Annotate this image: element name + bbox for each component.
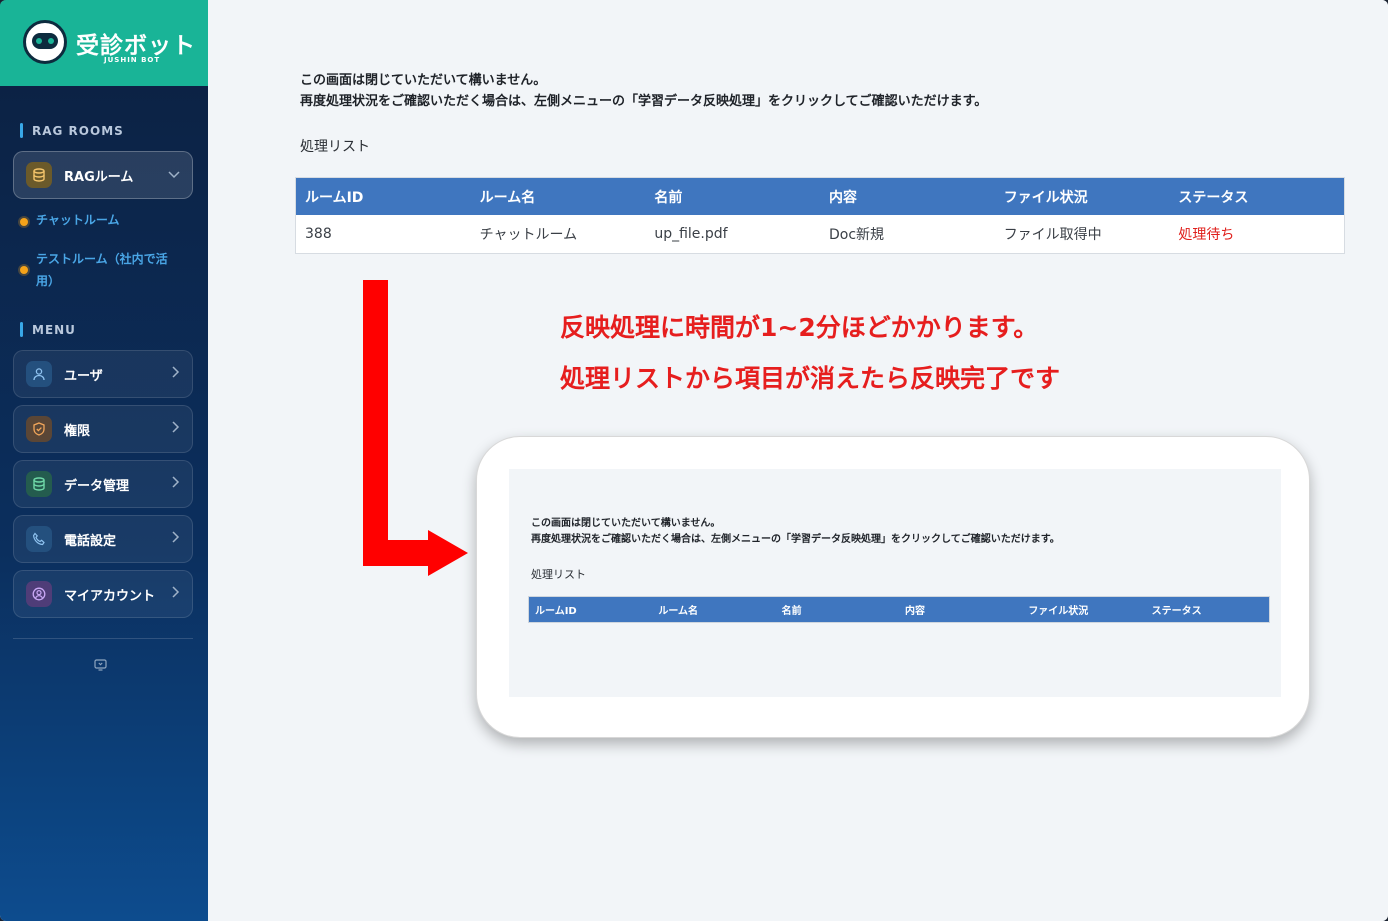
database-icon	[26, 471, 52, 497]
notice-line-2: 再度処理状況をご確認いただく場合は、左側メニューの「学習データ反映処理」をクリッ…	[300, 94, 988, 109]
sidebar-item-label: 権限	[64, 423, 91, 439]
sidebar-item-label: ユーザ	[64, 368, 103, 384]
brand-header[interactable]: 受診ボット JUSHIN BOT	[0, 0, 208, 86]
sidebar-item-data-management[interactable]: データ管理	[13, 460, 193, 508]
preview-header-content: 内容	[904, 606, 925, 617]
sidebar-item-my-account[interactable]: マイアカウント	[13, 570, 193, 618]
preview-inner: この画面は閉じていただいて構いません。 再度処理状況をご確認いただく場合は、左側…	[509, 469, 1281, 697]
account-icon	[26, 581, 52, 607]
chevron-right-icon	[172, 586, 180, 602]
chevron-down-icon	[168, 168, 180, 183]
phone-icon	[26, 526, 52, 552]
red-arrow-annotation	[363, 280, 468, 576]
room-item-label: テストルーム（社内で活用）	[36, 252, 168, 288]
collapse-sidebar-icon[interactable]	[94, 656, 107, 675]
preview-header-status: ステータス	[1151, 606, 1202, 617]
chevron-right-icon	[172, 366, 180, 382]
column-header-content: 内容	[829, 189, 858, 206]
room-item-label: チャットルーム	[36, 213, 120, 227]
table-row[interactable]: 388 チャットルーム up_file.pdf Doc新規 ファイル取得中 処理…	[296, 215, 1344, 253]
preview-screenshot-card: この画面は閉じていただいて構いません。 再度処理状況をご確認いただく場合は、左側…	[476, 436, 1310, 738]
cell-file-status: ファイル取得中	[1003, 227, 1102, 243]
preview-notice-line-2: 再度処理状況をご確認いただく場合は、左側メニューの「学習データ反映処理」をクリッ…	[531, 534, 1060, 545]
cell-content: Doc新規	[829, 227, 885, 243]
processing-list-title: 処理リスト	[300, 139, 370, 155]
cell-name: up_file.pdf	[654, 226, 728, 242]
sidebar-divider	[13, 638, 193, 639]
cell-room-name: チャットルーム	[479, 227, 578, 243]
user-icon	[26, 361, 52, 387]
processing-notice: この画面は閉じていただいて構いません。 再度処理状況をご確認いただく場合は、左側…	[300, 70, 987, 112]
app-window: 受診ボット JUSHIN BOT RAG ROOMS RAGルーム チャットルー…	[0, 0, 1388, 921]
brand-title: 受診ボット	[76, 33, 196, 59]
brand-subtitle: JUSHIN BOT	[104, 56, 161, 64]
chevron-right-icon	[172, 421, 180, 437]
notice-line-1: この画面は閉じていただいて構いません。	[300, 73, 547, 88]
robot-logo-icon	[23, 20, 67, 64]
room-item-test[interactable]: テストルーム（社内で活用）	[20, 252, 190, 292]
preview-header-room-name: ルーム名	[658, 606, 699, 617]
callout-line-2: 処理リストから項目が消えたら反映完了です	[560, 364, 1061, 393]
column-header-status: ステータス	[1178, 189, 1249, 206]
preview-list-title: 処理リスト	[531, 568, 586, 581]
menu-section-label: MENU	[32, 322, 76, 337]
column-header-room-name: ルーム名	[479, 189, 536, 206]
column-header-room-id: ルームID	[305, 189, 364, 206]
sidebar-item-label: データ管理	[64, 478, 130, 494]
room-status-dot	[20, 218, 28, 226]
room-item-chat[interactable]: チャットルーム	[20, 213, 190, 231]
preview-header-file-status: ファイル状況	[1028, 606, 1089, 617]
preview-table-header-row: ルームID ルーム名 名前 内容 ファイル状況 ステータス	[528, 596, 1270, 623]
preview-header-name: 名前	[781, 606, 802, 617]
column-header-name: 名前	[654, 189, 683, 206]
room-status-dot	[20, 266, 28, 274]
rag-rooms-section-label: RAG ROOMS	[32, 123, 124, 138]
sidebar-item-phone-settings[interactable]: 電話設定	[13, 515, 193, 563]
sidebar-item-label: マイアカウント	[64, 588, 156, 604]
preview-notice-line-1: この画面は閉じていただいて構いません。	[531, 518, 721, 529]
sidebar: 受診ボット JUSHIN BOT RAG ROOMS RAGルーム チャットルー…	[0, 0, 208, 921]
shield-icon	[26, 416, 52, 442]
callout-line-1: 反映処理に時間が1~2分ほどかかります。	[560, 313, 1039, 342]
chevron-right-icon	[172, 531, 180, 547]
rag-room-label: RAGルーム	[64, 169, 134, 185]
preview-header-room-id: ルームID	[535, 606, 577, 617]
column-header-file-status: ファイル状況	[1003, 189, 1088, 206]
preview-notice: この画面は閉じていただいて構いません。 再度処理状況をご確認いただく場合は、左側…	[531, 516, 1060, 548]
database-icon	[26, 162, 52, 188]
processing-table: ルームID ルーム名 名前 内容 ファイル状況 ステータス 388 チャットルー…	[295, 177, 1345, 254]
chevron-right-icon	[172, 476, 180, 492]
sidebar-item-label: 電話設定	[64, 533, 117, 549]
cell-status: 処理待ち	[1178, 227, 1235, 243]
table-header-row: ルームID ルーム名 名前 内容 ファイル状況 ステータス	[296, 178, 1344, 215]
rag-rooms-section-header: RAG ROOMS	[20, 123, 124, 138]
sidebar-item-permissions[interactable]: 権限	[13, 405, 193, 453]
sidebar-item-users[interactable]: ユーザ	[13, 350, 193, 398]
rag-room-dropdown[interactable]: RAGルーム	[13, 151, 193, 199]
main-content: この画面は閉じていただいて構いません。 再度処理状況をご確認いただく場合は、左側…	[208, 0, 1388, 921]
cell-room-id: 388	[305, 226, 332, 242]
menu-section-header: MENU	[20, 322, 76, 337]
